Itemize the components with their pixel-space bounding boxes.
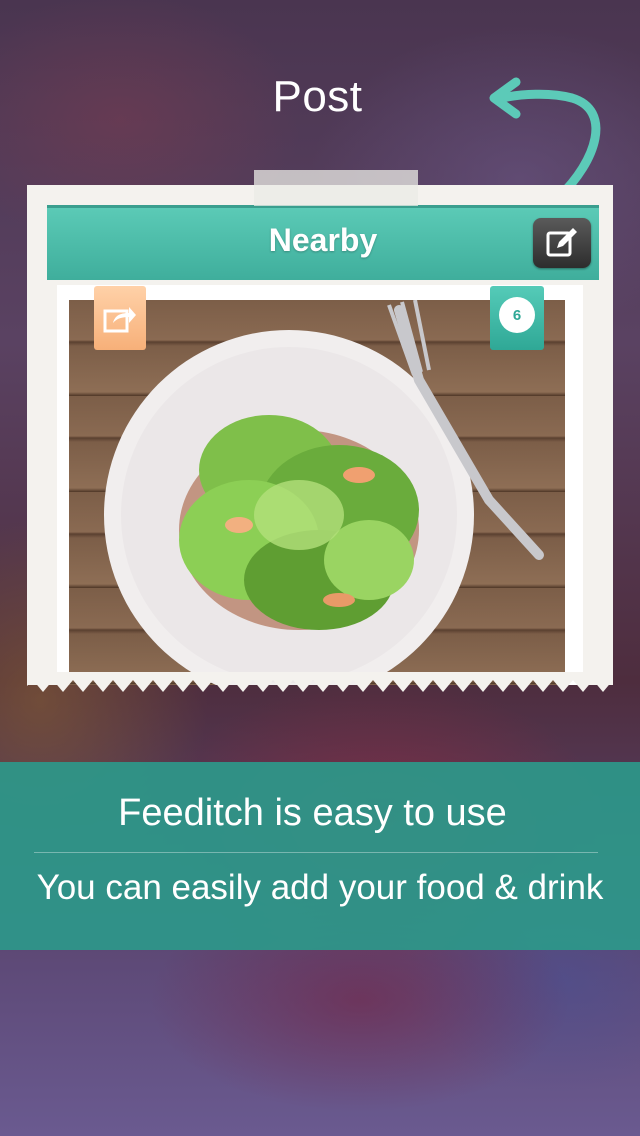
banner-subtitle: You can easily add your food & drink [36,868,604,907]
nav-bar: Nearby [47,205,599,280]
app-preview-card: Nearby [27,185,613,685]
share-icon [103,307,136,333]
salad-plate-image [104,300,544,685]
tape-strip [254,170,418,206]
banner-title: Feeditch is easy to use [118,792,507,834]
compose-button[interactable] [533,218,591,268]
nav-title: Nearby [268,222,378,258]
food-photo[interactable] [69,300,565,685]
share-button[interactable] [94,286,146,350]
like-count-badge[interactable]: 6 [490,286,544,350]
banner-divider [34,852,598,853]
torn-edge [27,672,613,692]
like-count: 6 [499,297,535,333]
compose-icon [546,228,577,257]
intro-banner: Feeditch is easy to use You can easily a… [0,762,640,950]
